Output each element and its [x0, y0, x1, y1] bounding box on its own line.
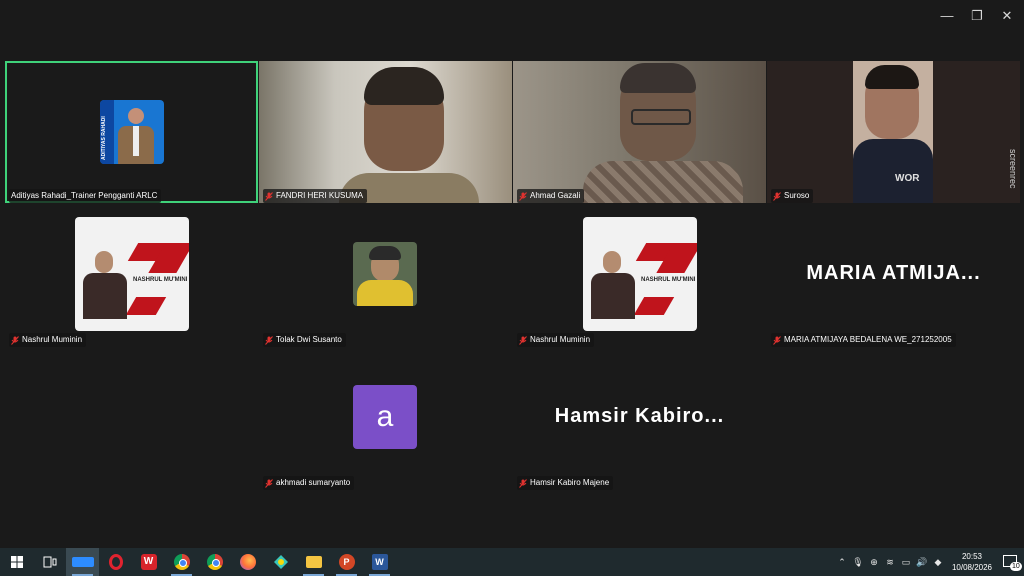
participant-tile[interactable]: Tolak Dwi Susanto: [259, 205, 512, 347]
participant-tile[interactable]: Hamsir Kabiro... Hamsir Kabiro Majene: [513, 348, 766, 490]
participant-name: MARIA ATMIJAYA BEDALENA WE_271252005: [784, 335, 952, 344]
capcut-icon[interactable]: [264, 548, 297, 576]
update-icon[interactable]: ◆: [930, 557, 946, 568]
avatar: [353, 242, 417, 306]
avatar: a: [353, 385, 417, 449]
system-tray: ⌃ 🎙 ⊕ ≋ ▭ 🔊 ◆ 20:53 10/08/2026 10: [834, 548, 1024, 576]
language-icon[interactable]: ⊕: [866, 557, 882, 568]
participant-name-tag: Nashrul Muminin: [517, 333, 595, 347]
opera-browser-icon[interactable]: [99, 548, 132, 576]
participant-name-tag: Tolak Dwi Susanto: [263, 333, 346, 347]
participant-name-tag: akhmadi sumaryanto: [263, 476, 355, 490]
participant-tile[interactable]: NASHRUL MU'MINI Nashrul Muminin: [513, 205, 766, 347]
restore-button[interactable]: ❐: [962, 2, 992, 30]
mic-muted-icon: [773, 191, 781, 201]
mic-muted-icon: [519, 478, 527, 488]
banner-text: NASHRUL MU'MINI: [641, 277, 696, 283]
avatar: ADITIYAS RAHADI: [100, 100, 164, 164]
participant-tile[interactable]: a akhmadi sumaryanto: [259, 348, 512, 490]
participant-display-name: Hamsir Kabiro...: [554, 405, 725, 427]
participant-tile[interactable]: ADITIYAS RAHADI Aditiyas Rahadi_Trainer …: [5, 61, 258, 203]
mic-muted-icon: [773, 335, 781, 345]
clock-date: 10/08/2026: [951, 563, 993, 572]
zoom-meeting-window: — ❐ ✕ ADITIYAS RAHADI Aditiyas Rahadi_Tr…: [0, 0, 1024, 548]
participant-name-tag: FANDRI HERI KUSUMA: [263, 189, 368, 203]
zoom-app-icon[interactable]: [66, 548, 99, 576]
minimize-button[interactable]: —: [932, 2, 962, 30]
avatar-letter: a: [376, 400, 394, 433]
participant-name-tag: Aditiyas Rahadi_Trainer Pengganti ARLC: [9, 189, 162, 203]
wifi-icon[interactable]: ≋: [882, 557, 898, 568]
notification-count: 10: [1010, 562, 1022, 571]
mic-muted-icon: [11, 335, 19, 345]
participant-tile[interactable]: NASHRUL MU'MINI Nashrul Muminin: [5, 205, 258, 347]
participant-name: Hamsir Kabiro Majene: [530, 478, 610, 487]
mic-muted-icon: [519, 191, 527, 201]
mic-muted-icon: [519, 335, 527, 345]
avatar: NASHRUL MU'MINI: [583, 217, 697, 331]
participant-tile[interactable]: MARIA ATMIJA... MARIA ATMIJAYA BEDALENA …: [767, 205, 1020, 347]
close-button[interactable]: ✕: [992, 2, 1022, 30]
chevron-up-icon[interactable]: ⌃: [834, 557, 850, 568]
participant-name: FANDRI HERI KUSUMA: [276, 191, 364, 200]
participant-name: akhmadi sumaryanto: [276, 478, 351, 487]
volume-icon[interactable]: 🔊: [914, 557, 930, 568]
clock-time: 20:53: [961, 552, 983, 561]
banner-text: NASHRUL MU'MINI: [133, 277, 188, 283]
mic-muted-icon: [265, 191, 273, 201]
participant-tile[interactable]: FANDRI HERI KUSUMA: [259, 61, 512, 203]
mic-muted-icon: [265, 478, 273, 488]
participant-name: Tolak Dwi Susanto: [276, 335, 342, 344]
file-explorer-icon[interactable]: [297, 548, 330, 576]
windows-taskbar: W P W ⌃ 🎙 ⊕ ≋ ▭ 🔊 ◆ 20:53 10/08/2026 10: [0, 548, 1024, 576]
screenrec-watermark: screenrec: [1008, 149, 1018, 189]
clock[interactable]: 20:53 10/08/2026: [946, 551, 998, 573]
mic-muted-icon: [265, 335, 273, 345]
firefox-icon[interactable]: [231, 548, 264, 576]
participant-display-name: MARIA ATMIJA...: [806, 262, 981, 284]
notification-icon[interactable]: 10: [998, 548, 1024, 576]
windows-start-icon[interactable]: [0, 548, 33, 576]
avatar-caption: ADITIYAS RAHADI: [101, 116, 107, 160]
participant-name: Nashrul Muminin: [22, 335, 83, 344]
participant-name: Ahmad Gazali: [530, 191, 581, 200]
participant-name: Nashrul Muminin: [530, 335, 591, 344]
wps-office-icon[interactable]: W: [132, 548, 165, 576]
battery-icon[interactable]: ▭: [898, 557, 914, 568]
participant-video: WOR: [853, 61, 933, 203]
participant-tile[interactable]: WOR screenrec Suroso: [767, 61, 1020, 203]
participant-tile[interactable]: Ahmad Gazali: [513, 61, 766, 203]
task-view-icon[interactable]: [33, 548, 66, 576]
participant-name-tag: Suroso: [771, 189, 814, 203]
microphone-icon[interactable]: 🎙: [850, 557, 866, 568]
participant-name: Aditiyas Rahadi_Trainer Pengganti ARLC: [11, 191, 158, 200]
participant-name: Suroso: [784, 191, 810, 200]
word-icon[interactable]: W: [363, 548, 396, 576]
participant-name-tag: Ahmad Gazali: [517, 189, 585, 203]
participant-name-tag: MARIA ATMIJAYA BEDALENA WE_271252005: [771, 333, 956, 347]
avatar: NASHRUL MU'MINI: [75, 217, 189, 331]
chrome-alt-icon[interactable]: [198, 548, 231, 576]
powerpoint-icon[interactable]: P: [330, 548, 363, 576]
participant-name-tag: Hamsir Kabiro Majene: [517, 476, 614, 490]
participant-name-tag: Nashrul Muminin: [9, 333, 87, 347]
chrome-icon[interactable]: [165, 548, 198, 576]
